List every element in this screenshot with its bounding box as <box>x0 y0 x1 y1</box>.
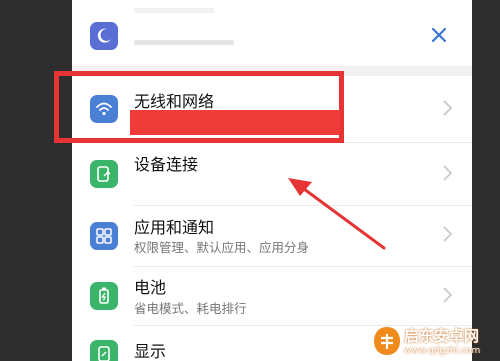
watermark: 启东安卓网 www.qdgzhl.com <box>370 322 500 361</box>
blurred-text <box>134 40 234 45</box>
item-title: 电池 <box>134 278 167 297</box>
blurred-text <box>134 8 214 13</box>
chevron-right-icon <box>443 287 453 303</box>
right-background <box>472 0 500 361</box>
chevron-right-icon <box>443 226 453 242</box>
redaction-bar <box>130 110 340 135</box>
top-suggestion-item[interactable] <box>72 0 472 72</box>
settings-item-apps-notifications[interactable]: 应用和通知 权限管理、默认应用、应用分身 <box>72 206 472 266</box>
item-subtitle: 省电模式、耗电排行 <box>134 301 247 316</box>
battery-icon <box>90 282 118 310</box>
settings-item-battery[interactable]: 电池 省电模式、耗电排行 <box>72 267 472 325</box>
close-icon[interactable] <box>428 24 450 46</box>
item-title: 应用和通知 <box>134 218 215 237</box>
item-title: 显示 <box>134 342 167 361</box>
logo-icon <box>374 327 400 355</box>
item-title: 设备连接 <box>134 155 199 174</box>
device-connect-icon <box>90 160 118 188</box>
settings-item-device-connect[interactable]: 设备连接 <box>72 143 472 205</box>
left-background <box>0 0 72 361</box>
moon-icon <box>90 22 118 50</box>
apps-icon <box>90 222 118 250</box>
chevron-right-icon <box>443 165 453 181</box>
watermark-title: 启东安卓网 <box>404 327 480 345</box>
display-icon <box>90 340 118 361</box>
chevron-right-icon <box>443 100 453 116</box>
item-subtitle: 权限管理、默认应用、应用分身 <box>134 240 310 255</box>
settings-screen: 无线和网络 设备连接 应用和通知 权限管理、默认应用、应用分身 电池 省电模式、… <box>72 0 472 361</box>
watermark-url: www.qdgzhl.com <box>404 346 481 356</box>
